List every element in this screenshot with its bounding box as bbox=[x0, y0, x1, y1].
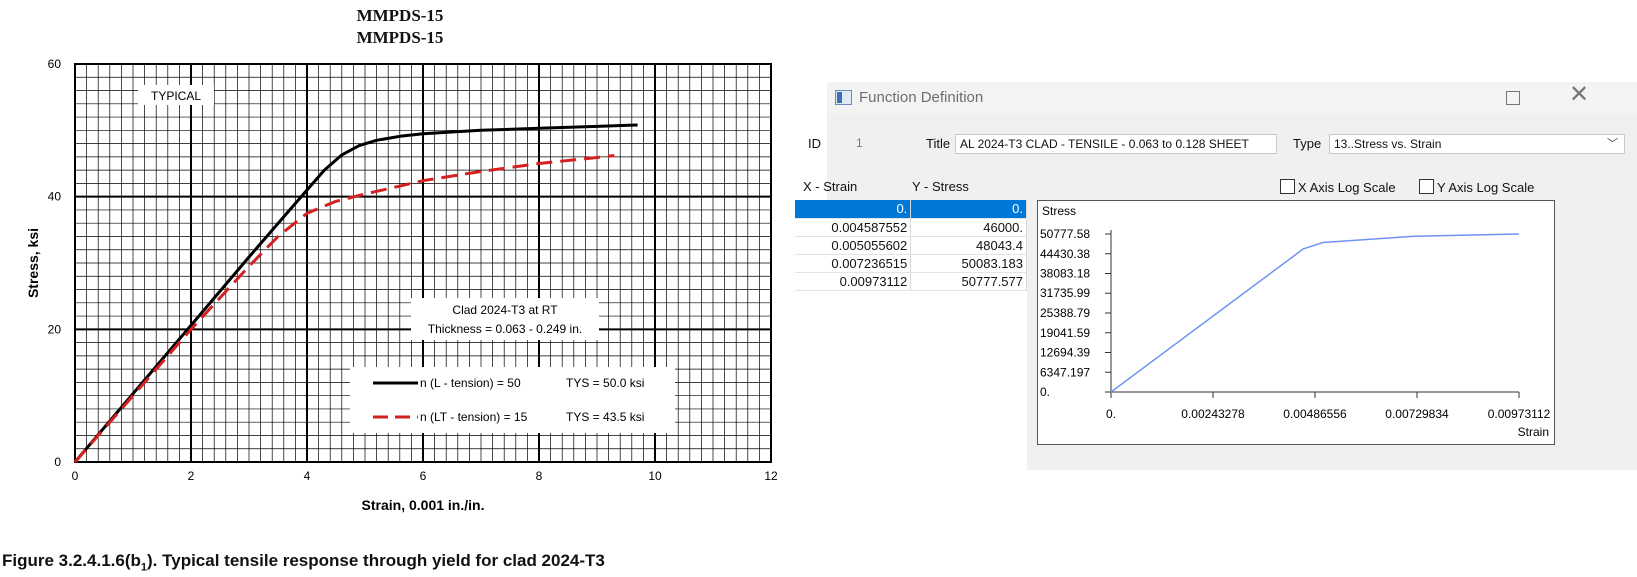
x-cell[interactable]: 0.004587552 bbox=[795, 218, 912, 237]
function-plot: Stress 0. 6347.197 12694.39 19041.59 25388.79… bbox=[1037, 200, 1555, 445]
x-axis-label: Strain, 0.001 in./in. bbox=[362, 497, 485, 513]
legend-tys: TYS = 43.5 ksi bbox=[566, 410, 644, 424]
x-cell[interactable]: 0.007236515 bbox=[795, 254, 912, 273]
x-column-header: X - Strain bbox=[803, 179, 858, 194]
x-tick-label: 6 bbox=[420, 469, 427, 483]
table-row[interactable]: 0. 0. bbox=[795, 200, 1027, 219]
y-tick-label: 25388.79 bbox=[1040, 306, 1090, 320]
id-label: ID bbox=[808, 136, 821, 151]
y-tick-label: 44430.38 bbox=[1040, 247, 1090, 261]
thickness-annotation: Thickness = 0.063 - 0.249 in. bbox=[428, 322, 582, 336]
checkbox-box bbox=[1419, 179, 1434, 194]
plot-title: Stress bbox=[1042, 204, 1076, 218]
x-tick-label: 2 bbox=[188, 469, 195, 483]
title-bar[interactable]: Function Definition ✕ bbox=[827, 82, 1637, 114]
y-cell[interactable]: 50777.577 bbox=[910, 272, 1027, 291]
id-field[interactable]: 1 bbox=[852, 134, 902, 154]
x-cell[interactable]: 0.00973112 bbox=[795, 272, 912, 291]
material-annotation: Clad 2024-T3 at RT bbox=[452, 303, 558, 317]
data-table-area: 0. 0. 0.004587552 46000. 0.005055602 48043.… bbox=[795, 200, 1027, 470]
stress-strain-line bbox=[1110, 233, 1520, 393]
type-select[interactable]: 13..Stress vs. Strain ﹀ bbox=[1329, 134, 1625, 154]
y-tick-label: 38083.18 bbox=[1040, 267, 1090, 281]
window-title: Function Definition bbox=[859, 89, 984, 106]
x-tick-label: 0. bbox=[1106, 407, 1116, 421]
app-window-icon bbox=[835, 90, 852, 105]
y-tick-label: 20 bbox=[48, 322, 62, 336]
y-tick-label: 40 bbox=[48, 190, 62, 204]
legend-tys: TYS = 50.0 ksi bbox=[566, 376, 644, 390]
y-cell[interactable]: 46000. bbox=[910, 218, 1027, 237]
y-tick-label: 60 bbox=[48, 57, 62, 71]
y-tick-label: 50777.58 bbox=[1040, 227, 1090, 241]
y-tick-label: 31735.99 bbox=[1040, 286, 1090, 300]
data-table: 0. 0. 0.004587552 46000. 0.005055602 48043.… bbox=[795, 200, 1027, 291]
close-button[interactable]: ✕ bbox=[1569, 83, 1589, 107]
y-tick-label: 0 bbox=[54, 455, 61, 469]
table-row[interactable]: 0.004587552 46000. bbox=[795, 218, 1027, 237]
x-tick-label: 10 bbox=[648, 469, 662, 483]
function-definition-dialog: Function Definition ✕ ID 1 Title AL 2024… bbox=[795, 82, 1637, 470]
y-tick-label: 19041.59 bbox=[1040, 326, 1090, 340]
x-log-scale-checkbox[interactable]: X Axis Log Scale bbox=[1280, 179, 1396, 195]
mmpds-figure: MMPDS-15 MMPDS-15 0 2 4 6 8 10 12 0 20 40 60 Strain… bbox=[0, 0, 820, 575]
y-tick-label: 12694.39 bbox=[1040, 346, 1090, 360]
x-tick-label: 8 bbox=[536, 469, 543, 483]
y-cell[interactable]: 48043.4 bbox=[910, 236, 1027, 255]
checkbox-box bbox=[1280, 179, 1295, 194]
y-log-scale-checkbox[interactable]: Y Axis Log Scale bbox=[1419, 179, 1534, 195]
x-tick-label: 0.00486556 bbox=[1283, 407, 1347, 421]
chevron-down-icon: ﹀ bbox=[1607, 138, 1618, 150]
title-label: Title bbox=[926, 136, 951, 151]
table-row[interactable]: 0.00973112 50777.577 bbox=[795, 272, 1027, 291]
type-select-value: 13..Stress vs. Strain bbox=[1334, 137, 1442, 151]
x-cell[interactable]: 0. bbox=[795, 200, 912, 219]
x-tick-label: 0 bbox=[72, 469, 79, 483]
x-tick-label: 12 bbox=[764, 469, 778, 483]
y-axis-label: Stress, ksi bbox=[25, 228, 41, 298]
y-column-header: Y - Stress bbox=[912, 179, 969, 194]
x-cell[interactable]: 0.005055602 bbox=[795, 236, 912, 255]
function-plot-svg: Stress 0. 6347.197 12694.39 19041.59 25388.79… bbox=[1040, 204, 1551, 439]
y-cell[interactable]: 50083.183 bbox=[910, 254, 1027, 273]
typical-annotation: TYPICAL bbox=[151, 89, 201, 103]
x-log-scale-label: X Axis Log Scale bbox=[1298, 180, 1396, 195]
y-log-scale-label: Y Axis Log Scale bbox=[1437, 180, 1535, 195]
figure-caption: Figure 3.2.4.1.6(b1). Typical tensile re… bbox=[2, 551, 605, 577]
x-tick-label: 4 bbox=[304, 469, 311, 483]
legend-label: n (LT - tension) = 15 bbox=[420, 410, 528, 424]
y-tick-label: 6347.197 bbox=[1040, 365, 1090, 379]
stress-strain-chart: 0 2 4 6 8 10 12 0 20 40 60 Strain, 0.001 in./in. Str… bbox=[25, 57, 778, 513]
table-row[interactable]: 0.007236515 50083.183 bbox=[795, 254, 1027, 273]
legend-label: n (L - tension) = 50 bbox=[420, 376, 521, 390]
caption-rest: ). Typical tensile response through yiel… bbox=[147, 551, 605, 570]
maximize-button[interactable] bbox=[1506, 91, 1520, 105]
y-tick-label: 0. bbox=[1040, 385, 1050, 399]
x-axis-label: Strain bbox=[1518, 425, 1549, 439]
caption-main: Figure 3.2.4.1.6(b bbox=[2, 551, 141, 570]
title-field[interactable]: AL 2024-T3 CLAD - TENSILE - 0.063 to 0.1… bbox=[955, 134, 1277, 154]
type-label: Type bbox=[1293, 136, 1322, 151]
x-tick-label: 0.00973112 bbox=[1488, 407, 1551, 421]
x-tick-label: 0.00729834 bbox=[1385, 407, 1449, 421]
table-row[interactable]: 0.005055602 48043.4 bbox=[795, 236, 1027, 255]
x-tick-label: 0.00243278 bbox=[1181, 407, 1245, 421]
y-cell[interactable]: 0. bbox=[910, 200, 1027, 219]
